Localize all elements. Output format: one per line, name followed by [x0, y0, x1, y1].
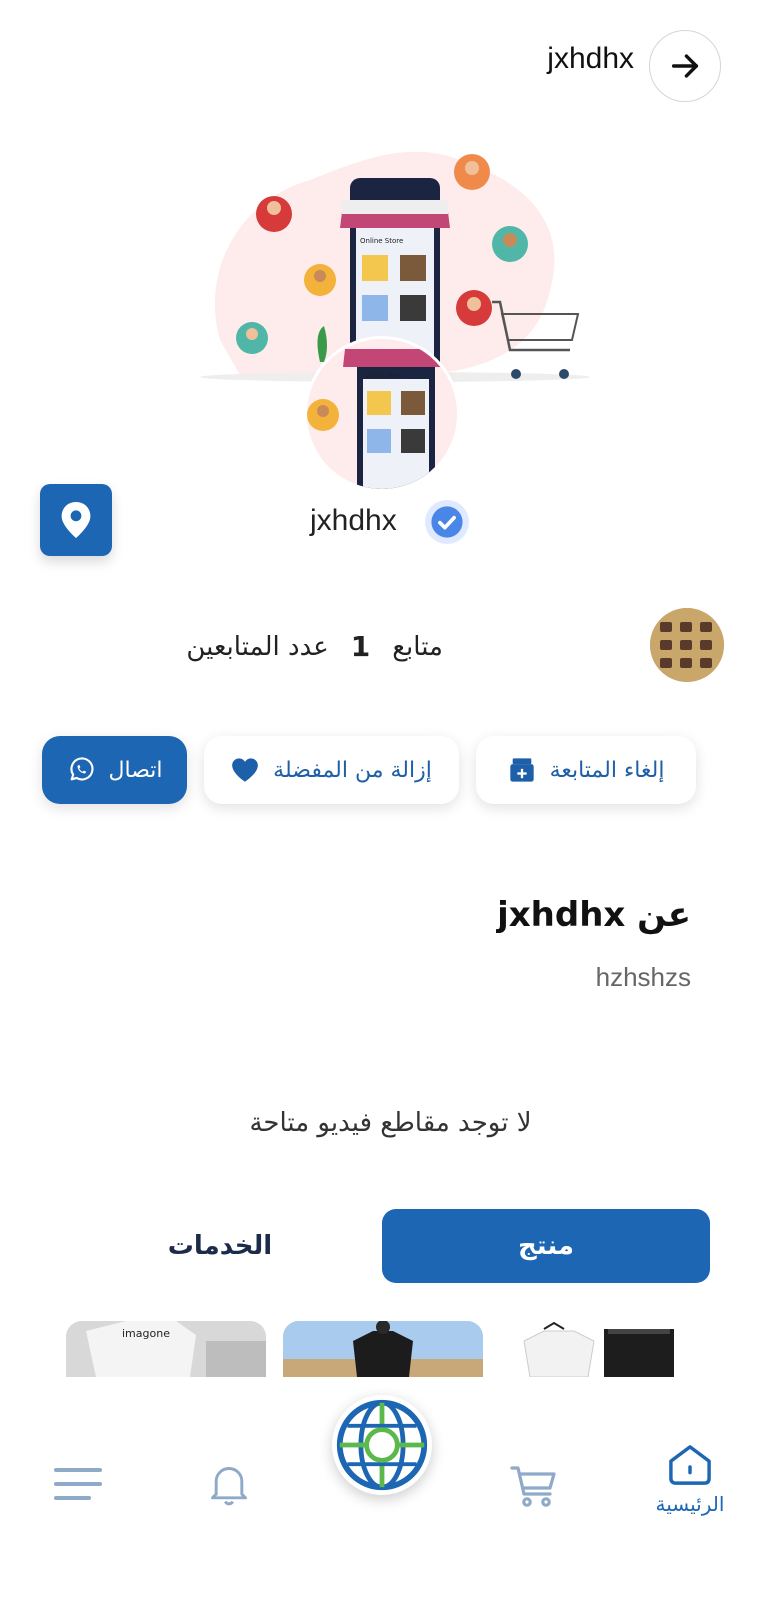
store-plus-icon	[509, 758, 534, 782]
store-name: jxhdhx	[310, 504, 397, 537]
verified-badge	[425, 500, 469, 544]
check-badge-icon	[431, 506, 463, 538]
about-title: عن jxhdhx	[497, 895, 691, 935]
unfollow-button[interactable]: إلغاء المتابعة	[476, 736, 696, 804]
whatsapp-icon	[69, 757, 93, 781]
menu-icon	[54, 1468, 102, 1500]
call-label: اتصال	[108, 757, 163, 783]
unfollow-label: إلغاء المتابعة	[549, 757, 665, 783]
header-title: jxhdhx	[547, 42, 634, 75]
nav-home[interactable]: الرئيسية	[640, 1444, 740, 1516]
product-thumbnail[interactable]	[283, 1321, 483, 1377]
home-icon	[669, 1445, 711, 1485]
avatar-store-label: Online Store	[365, 372, 402, 379]
followers-label: عدد المتابعين	[186, 631, 329, 662]
no-videos-message: لا توجد مقاطع فيديو متاحة	[249, 1108, 532, 1138]
call-button[interactable]: اتصال	[42, 736, 187, 804]
product-thumbnail[interactable]	[484, 1321, 684, 1377]
unfavorite-button[interactable]: إزالة من المفضلة	[204, 736, 459, 804]
nav-home-label: الرئيسية	[655, 1492, 725, 1516]
followers-unit: متابع	[392, 631, 443, 662]
store-avatar[interactable]: Online Store	[304, 336, 460, 492]
heart-icon	[232, 758, 258, 782]
nav-cart[interactable]	[506, 1462, 562, 1510]
follower-avatar[interactable]	[650, 608, 724, 682]
followers-count: 1	[350, 630, 371, 663]
arrow-right-icon	[671, 54, 699, 78]
unfavorite-label: إزالة من المفضلة	[273, 757, 432, 783]
tab-services[interactable]: الخدمات	[90, 1209, 350, 1283]
nav-menu[interactable]	[52, 1464, 104, 1504]
product-thumbnail[interactable]: imagone	[66, 1321, 266, 1377]
center-globe-button[interactable]	[332, 1395, 432, 1495]
about-text: hzhshzs	[595, 962, 691, 992]
cart-icon	[510, 1466, 556, 1507]
bell-icon	[211, 1467, 247, 1506]
banner-store-label: Online Store	[360, 237, 403, 245]
tab-product[interactable]: منتج	[382, 1209, 710, 1283]
map-pin-icon	[61, 502, 91, 538]
followers-row: عدد المتابعين 1 متابع	[186, 630, 443, 663]
globe-target-icon	[336, 1399, 428, 1491]
back-button[interactable]	[649, 30, 721, 102]
nav-notifications[interactable]	[204, 1460, 254, 1510]
location-button[interactable]	[40, 484, 112, 556]
product-thumb-text: imagone	[122, 1327, 170, 1340]
